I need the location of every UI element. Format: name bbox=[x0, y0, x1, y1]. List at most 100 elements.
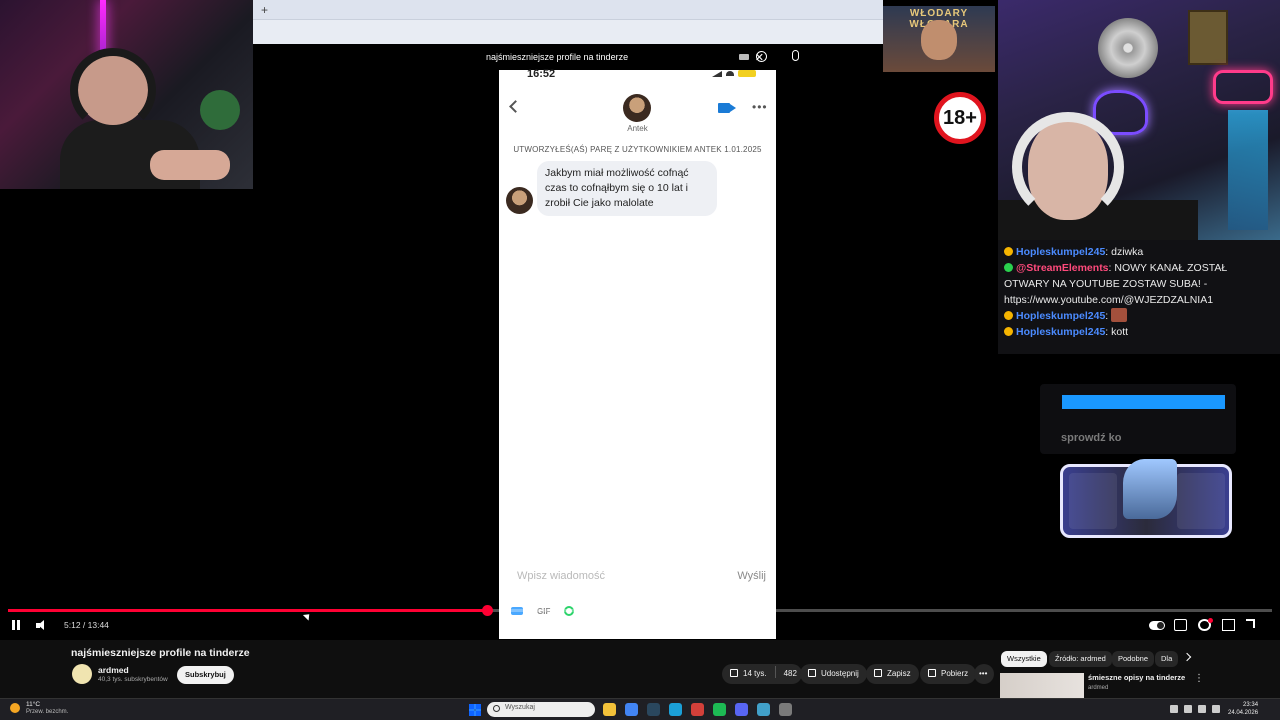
phone-clock: 16:52 bbox=[527, 68, 556, 80]
taskbar-search-placeholder: Wyszukaj bbox=[505, 704, 535, 711]
edge-icon[interactable] bbox=[669, 703, 682, 716]
like-dislike-group: 14 tys. 482 bbox=[722, 664, 802, 684]
painting bbox=[1188, 10, 1228, 65]
dislike-count[interactable]: 482 bbox=[784, 669, 797, 678]
gear-icon[interactable] bbox=[1198, 618, 1213, 631]
weather-temperature[interactable]: 11°C bbox=[26, 701, 40, 708]
taskbar-search[interactable]: Wyszukaj bbox=[487, 702, 595, 717]
chat-text: : dziwka bbox=[1105, 246, 1144, 258]
acrobat-icon[interactable] bbox=[691, 703, 704, 716]
contact-name: Antek bbox=[627, 124, 648, 133]
knife-icon bbox=[1123, 459, 1177, 519]
chat-badge-icon bbox=[1004, 327, 1013, 336]
chat-username[interactable]: Hopleskumpel245 bbox=[1016, 326, 1105, 338]
time-display: 5:12 / 13:44 bbox=[64, 620, 109, 630]
chat-text: : bbox=[1105, 310, 1109, 322]
phone-screenshot: 16:52 Antek ••• UTWORZYŁEŚ(AŚ) PARĘ Z UŻ… bbox=[499, 68, 776, 639]
message-avatar bbox=[506, 187, 533, 214]
file-explorer-icon[interactable] bbox=[603, 703, 616, 716]
download-button[interactable]: Pobierz bbox=[920, 664, 977, 684]
chat-badge-icon bbox=[1004, 263, 1013, 272]
autoplay-toggle[interactable] bbox=[1149, 621, 1165, 630]
emote-icon bbox=[1111, 308, 1128, 322]
bookmark-icon bbox=[874, 669, 882, 677]
promo-banner bbox=[1062, 395, 1225, 409]
share-icon bbox=[808, 669, 816, 677]
subscriber-count: 40,3 tys. subskrybentów bbox=[98, 676, 168, 683]
chip-source[interactable]: Źródło: ardmed bbox=[1049, 651, 1112, 667]
new-tab-button[interactable]: + bbox=[261, 3, 268, 17]
chat-message: Hopleskumpel245: dziwka bbox=[1004, 244, 1274, 260]
system-clock[interactable]: 23:34 24.04.2026 bbox=[1228, 701, 1258, 717]
discord-icon[interactable] bbox=[735, 703, 748, 716]
windows-start-icon[interactable] bbox=[469, 704, 481, 716]
subtitles-icon[interactable] bbox=[1174, 619, 1187, 631]
recommended-title[interactable]: śmieszne opisy na tinderze bbox=[1088, 673, 1185, 682]
subscribe-button[interactable]: Subskrybuj bbox=[177, 666, 234, 684]
wifi-icon bbox=[726, 71, 734, 76]
webcam-right bbox=[998, 0, 1280, 240]
chat-message: @StreamElements: NOWY KANAŁ ZOSTAŁ OTWAR… bbox=[1004, 260, 1274, 308]
share-label: Udostępnij bbox=[821, 669, 859, 678]
skin-tile bbox=[1177, 473, 1225, 529]
weather-description[interactable]: Przew. bezchm. bbox=[26, 709, 68, 715]
chrome-icon[interactable] bbox=[625, 703, 638, 716]
chevron-right-icon[interactable] bbox=[1182, 652, 1192, 662]
like-count[interactable]: 14 tys. bbox=[743, 669, 767, 678]
browser-chrome: + bbox=[253, 0, 883, 44]
poster-face bbox=[921, 20, 957, 60]
recommended-thumbnail[interactable] bbox=[1000, 673, 1084, 698]
send-button[interactable]: Wyślij bbox=[737, 570, 766, 582]
more-actions-button[interactable]: ••• bbox=[974, 664, 994, 684]
tray-chevron-icon[interactable] bbox=[1170, 705, 1178, 713]
video-search-bar[interactable]: najśmieszniejsze profile na tinderze ✕ bbox=[478, 48, 778, 66]
chat-message: Hopleskumpel245: kott bbox=[1004, 324, 1274, 340]
speaker-icon[interactable] bbox=[1198, 705, 1206, 713]
promo-text: sprowdź ko bbox=[1061, 432, 1122, 444]
weather-icon[interactable] bbox=[10, 703, 20, 713]
progress-played bbox=[8, 609, 487, 612]
network-icon[interactable] bbox=[1184, 705, 1192, 713]
microphone-icon[interactable] bbox=[792, 50, 799, 61]
recommended-menu-icon[interactable]: ⋮ bbox=[1194, 673, 1204, 684]
theater-mode-icon[interactable] bbox=[1222, 619, 1235, 631]
chat-username[interactable]: Hopleskumpel245 bbox=[1016, 310, 1105, 322]
share-button[interactable]: Udostępnij bbox=[800, 664, 867, 684]
channel-poster: WŁODARY WŁODARA bbox=[883, 6, 995, 72]
webcam-left bbox=[0, 0, 253, 189]
video-progress-bar[interactable] bbox=[8, 605, 1272, 616]
back-arrow-icon[interactable] bbox=[509, 100, 522, 113]
player-controls: 5:12 / 13:44 bbox=[0, 614, 1280, 638]
steam-icon[interactable] bbox=[647, 703, 660, 716]
thumbs-up-icon[interactable] bbox=[730, 669, 738, 677]
fullscreen-icon[interactable] bbox=[1246, 619, 1255, 628]
search-icon[interactable] bbox=[756, 51, 767, 62]
clock-time: 23:34 bbox=[1243, 702, 1259, 708]
pause-icon[interactable] bbox=[12, 620, 20, 630]
download-icon bbox=[928, 669, 936, 677]
video-title: najśmieszniejsze profile na tinderze bbox=[71, 647, 250, 659]
chat-username[interactable]: @StreamElements bbox=[1016, 262, 1109, 274]
chip-all[interactable]: Wszystkie bbox=[1001, 651, 1047, 667]
message-input[interactable]: Wpisz wiadomość bbox=[517, 570, 605, 582]
headset bbox=[1012, 112, 1124, 222]
clock-date: 24.04.2026 bbox=[1228, 710, 1259, 716]
keyboard-icon[interactable] bbox=[738, 54, 749, 60]
obs-icon[interactable] bbox=[779, 703, 792, 716]
channel-name[interactable]: ardmed bbox=[98, 665, 129, 675]
contact-avatar[interactable] bbox=[623, 94, 651, 122]
more-options-icon[interactable]: ••• bbox=[752, 100, 768, 114]
volume-icon[interactable] bbox=[36, 620, 46, 630]
chat-username[interactable]: Hopleskumpel245 bbox=[1016, 246, 1105, 258]
app-blue-icon[interactable] bbox=[757, 703, 770, 716]
search-input[interactable]: najśmieszniejsze profile na tinderze bbox=[478, 52, 739, 62]
save-button[interactable]: Zapisz bbox=[866, 664, 919, 684]
battery-icon[interactable] bbox=[1212, 705, 1220, 713]
chip-similar[interactable]: Podobne bbox=[1112, 651, 1155, 667]
video-call-icon[interactable] bbox=[718, 103, 736, 113]
phone-status-bar bbox=[712, 70, 756, 77]
recommended-channel[interactable]: ardmed bbox=[1088, 685, 1108, 691]
spotify-icon[interactable] bbox=[713, 703, 726, 716]
chip-for-you[interactable]: Dla bbox=[1155, 651, 1179, 667]
channel-avatar[interactable] bbox=[72, 664, 92, 684]
